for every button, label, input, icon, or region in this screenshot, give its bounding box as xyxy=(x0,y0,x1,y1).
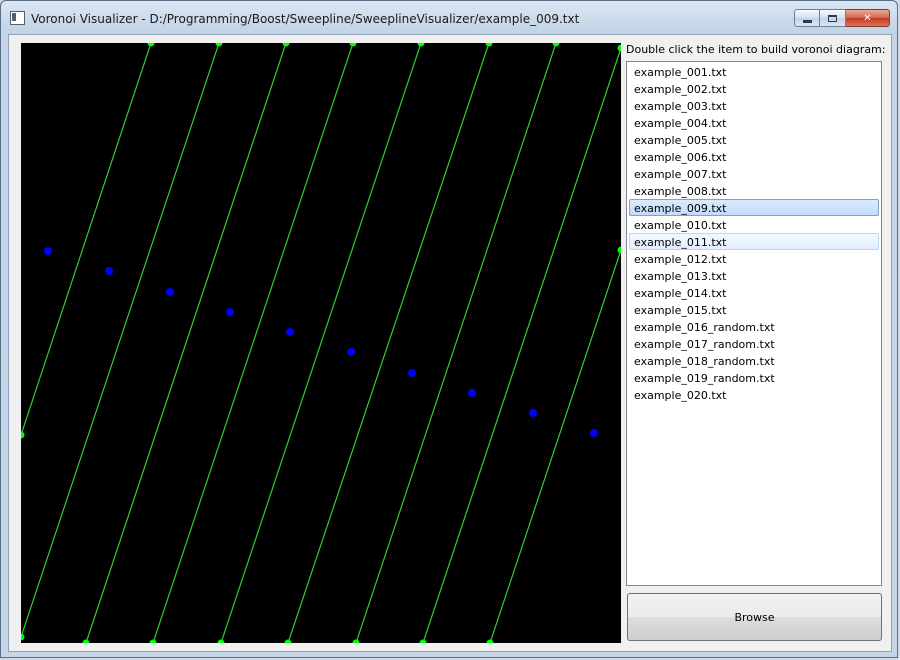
voronoi-vertex xyxy=(217,639,225,643)
file-list-item[interactable]: example_002.txt xyxy=(629,80,879,97)
window-title: Voronoi Visualizer - D:/Programming/Boos… xyxy=(31,12,580,26)
voronoi-vertex xyxy=(419,639,427,643)
maximize-button[interactable] xyxy=(820,9,846,27)
file-list-item[interactable]: example_014.txt xyxy=(629,284,879,301)
title-bar[interactable]: Voronoi Visualizer - D:/Programming/Boos… xyxy=(1,1,897,35)
file-list-item[interactable]: example_004.txt xyxy=(629,114,879,131)
file-list-item[interactable]: example_020.txt xyxy=(629,386,879,403)
file-list-item[interactable]: example_016_random.txt xyxy=(629,318,879,335)
voronoi-edge xyxy=(220,43,422,643)
voronoi-edge xyxy=(355,43,557,643)
browse-button-label: Browse xyxy=(734,610,775,624)
voronoi-vertex xyxy=(21,633,25,641)
voronoi-edge xyxy=(422,47,621,643)
voronoi-edge xyxy=(85,43,287,643)
voronoi-vertex xyxy=(617,246,621,254)
caption-buttons: ✕ xyxy=(794,9,890,27)
file-list-item[interactable]: example_006.txt xyxy=(629,148,879,165)
voronoi-site xyxy=(166,288,174,296)
voronoi-vertex xyxy=(147,43,155,47)
app-icon xyxy=(10,11,25,25)
voronoi-site xyxy=(468,389,476,397)
voronoi-site xyxy=(347,348,355,356)
voronoi-vertex xyxy=(486,639,494,643)
close-icon: ✕ xyxy=(863,12,872,24)
browse-button[interactable]: Browse xyxy=(627,593,882,641)
voronoi-vertex xyxy=(352,639,360,643)
file-list-item[interactable]: example_010.txt xyxy=(629,216,879,233)
voronoi-edge xyxy=(287,43,490,643)
voronoi-vertex xyxy=(282,43,290,47)
minimize-button[interactable] xyxy=(794,9,820,27)
voronoi-site xyxy=(529,409,537,417)
file-list[interactable]: example_001.txt example_002.txt example_00… xyxy=(626,61,882,586)
file-list-item[interactable]: example_017_random.txt xyxy=(629,335,879,352)
voronoi-diagram xyxy=(21,43,621,643)
voronoi-site xyxy=(590,429,598,437)
voronoi-vertex xyxy=(485,43,493,47)
voronoi-site xyxy=(408,369,416,377)
file-list-item[interactable]: example_001.txt xyxy=(629,63,879,80)
voronoi-vertex xyxy=(552,43,560,47)
voronoi-vertex xyxy=(21,431,25,439)
file-list-item[interactable]: example_015.txt xyxy=(629,301,879,318)
voronoi-site xyxy=(105,267,113,275)
voronoi-edge xyxy=(152,43,354,643)
file-list-item[interactable]: example_008.txt xyxy=(629,182,879,199)
maximize-icon xyxy=(828,14,837,22)
file-list-item[interactable]: example_019_random.txt xyxy=(629,369,879,386)
voronoi-vertex xyxy=(417,43,425,47)
voronoi-site xyxy=(226,308,234,316)
instruction-label: Double click the item to build voronoi d… xyxy=(626,43,886,56)
file-list-item[interactable]: example_003.txt xyxy=(629,97,879,114)
voronoi-site xyxy=(44,247,52,255)
voronoi-site xyxy=(286,328,294,336)
file-list-item[interactable]: example_007.txt xyxy=(629,165,879,182)
voronoi-vertex xyxy=(349,43,357,47)
voronoi-vertex xyxy=(149,639,157,643)
voronoi-vertex xyxy=(82,639,90,643)
voronoi-vertex xyxy=(617,44,621,52)
file-list-item[interactable]: example_013.txt xyxy=(629,267,879,284)
voronoi-vertex xyxy=(284,639,292,643)
file-list-item[interactable]: example_011.txt xyxy=(629,233,879,250)
minimize-icon xyxy=(802,19,812,23)
client-area: Double click the item to build voronoi d… xyxy=(8,34,892,652)
app-window: Voronoi Visualizer - D:/Programming/Boos… xyxy=(0,0,898,658)
close-button[interactable]: ✕ xyxy=(846,9,890,27)
file-list-item[interactable]: example_009.txt xyxy=(629,199,879,216)
file-list-item[interactable]: example_005.txt xyxy=(629,131,879,148)
voronoi-canvas[interactable] xyxy=(21,43,621,643)
file-list-item[interactable]: example_018_random.txt xyxy=(629,352,879,369)
voronoi-vertex xyxy=(215,43,223,47)
voronoi-edge xyxy=(21,43,220,638)
voronoi-edge xyxy=(21,43,152,436)
file-list-item[interactable]: example_012.txt xyxy=(629,250,879,267)
voronoi-edge xyxy=(489,249,621,643)
